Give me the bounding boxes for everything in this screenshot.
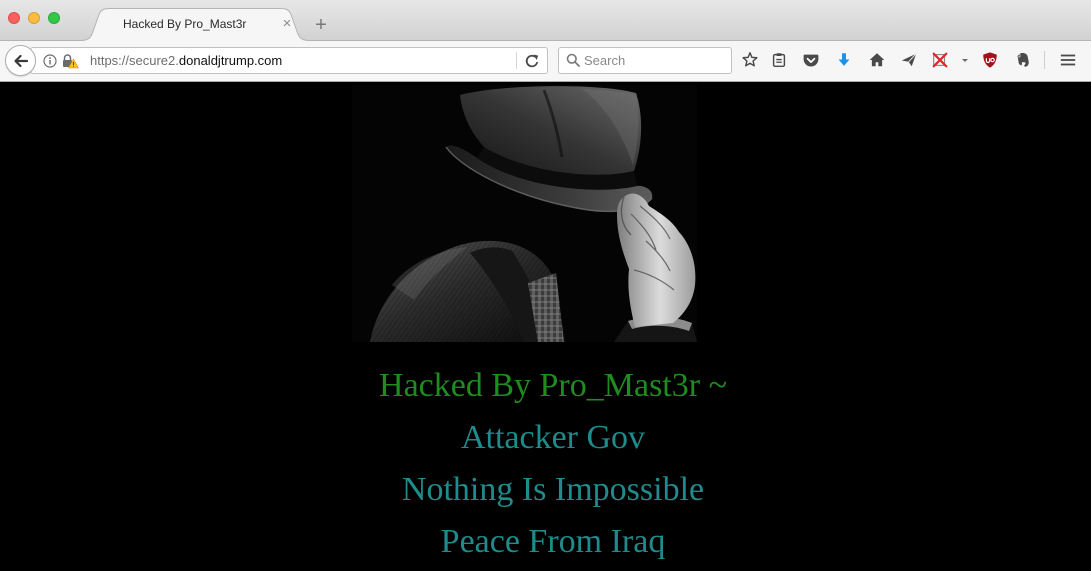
download-arrow-icon [838,53,850,66]
back-button[interactable] [5,45,36,76]
clipboard-icon [772,53,786,68]
hero-image [352,85,697,342]
content-blocker-dropdown[interactable] [958,47,972,73]
search-bar[interactable] [558,47,732,74]
info-icon[interactable] [43,54,57,68]
insecure-lock-warning-icon[interactable] [61,52,79,70]
bookmark-button[interactable] [737,47,763,73]
message-line-1: Attacker Gov [460,419,646,456]
ublock-shield-icon [983,52,997,68]
back-arrow-icon [13,54,28,67]
tab-title: Hacked By Pro_Mast3r [123,17,247,31]
pocket-button[interactable] [798,47,824,73]
url-domain: donaldjtrump.com [178,53,283,68]
defacement-message: Hacked By Pro_Mast3r ~ Attacker Gov Noth… [253,360,853,568]
evernote-button[interactable] [1010,47,1036,73]
home-icon [869,53,885,67]
reading-list-button[interactable] [766,47,792,73]
pocket-icon [803,54,819,67]
message-line-2: Nothing Is Impossible [401,471,705,508]
tab-active[interactable]: Hacked By Pro_Mast3r × [80,8,310,41]
url-text[interactable]: https://secure2.donaldjtrump.com [90,48,282,73]
ublock-button[interactable] [977,47,1003,73]
chevron-down-icon [962,59,968,62]
blocked-x-icon [932,52,948,68]
window-zoom-button[interactable] [48,12,60,24]
nav-toolbar: https://secure2.donaldjtrump.com [0,40,1091,82]
evernote-elephant-icon [1016,53,1029,67]
url-prefix: https://secure2. [90,53,179,68]
tab-close-button[interactable]: × [280,15,294,33]
window-close-button[interactable] [8,12,20,24]
new-tab-button[interactable]: + [312,14,330,36]
star-icon [742,52,758,67]
url-bar[interactable]: https://secure2.donaldjtrump.com [30,47,548,74]
home-button[interactable] [864,47,890,73]
hamburger-icon [1060,54,1076,66]
message-line-3: Peace From Iraq [440,523,666,560]
content-blocker-button[interactable] [927,47,953,73]
search-input[interactable] [584,48,724,73]
send-button[interactable] [896,47,922,73]
headline: Hacked By Pro_Mast3r ~ [379,367,727,404]
toolbar-separator [1044,51,1045,69]
search-icon[interactable] [566,53,580,67]
url-bar-separator [516,52,517,69]
page-content: Hacked By Pro_Mast3r ~ Attacker Gov Noth… [0,82,1091,571]
menu-button[interactable] [1055,47,1081,73]
reload-icon[interactable] [524,53,540,69]
window-minimize-button[interactable] [28,12,40,24]
paper-plane-icon [901,53,917,67]
download-arrow-shape [838,53,850,66]
downloads-button[interactable] [831,47,857,73]
